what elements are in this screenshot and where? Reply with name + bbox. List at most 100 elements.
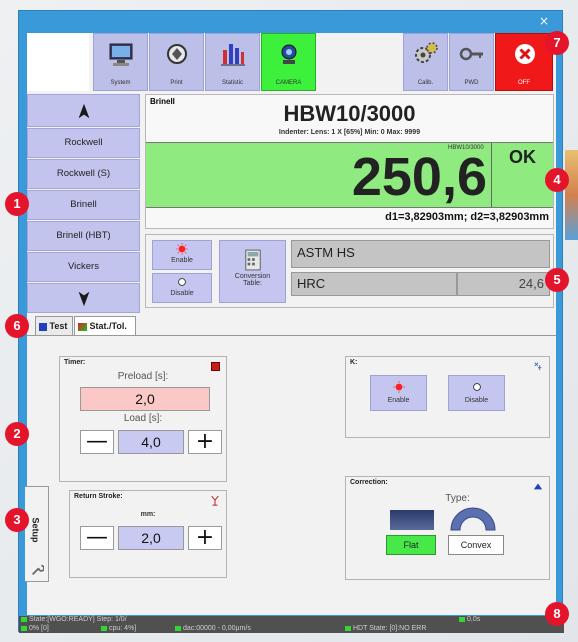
conversion-standard-field[interactable]: ASTM HS: [291, 240, 550, 268]
result-panel: Brinell HBW10/3000 Indenter: Lens: 1 X […: [145, 94, 554, 229]
callout-badge-4: 4: [545, 168, 569, 192]
timer-group: Timer: Preload [s]: 2,0 Load [s]: — 4,0 …: [59, 356, 227, 482]
callout-badge-7: 7: [545, 31, 569, 55]
status-time-text: 0,0s: [467, 616, 481, 623]
flat-shape-icon: [390, 510, 434, 530]
load-field[interactable]: 4,0: [118, 430, 184, 454]
correction-convex-button[interactable]: Convex: [448, 535, 504, 555]
wrench-icon: [32, 564, 44, 575]
timer-indicator-icon: [211, 362, 220, 371]
toolbar-pwd-button[interactable]: PWD: [449, 33, 494, 91]
status-led: [459, 616, 465, 622]
k-group: K: Enable Disable: [345, 356, 550, 438]
calculator-icon: [244, 249, 261, 271]
toolbar-print-button[interactable]: Print: [149, 33, 204, 91]
sidebar-scroll-down-button[interactable]: [27, 283, 140, 313]
load-label: Load [s]:: [123, 413, 163, 424]
camera-icon: [281, 44, 297, 64]
status-dac: dac:00000 - 0,00µm/s: [175, 625, 251, 633]
k-enable-button[interactable]: Enable: [370, 375, 427, 411]
scale-title: HBW10/3000: [283, 101, 416, 126]
k-disable-label: Disable: [464, 397, 489, 404]
return-stroke-decrement-button[interactable]: —: [80, 526, 114, 550]
result-value-bar: HBW10/3000 250,6 OK: [146, 142, 553, 208]
return-stroke-title: Return Stroke:: [74, 493, 123, 500]
tab-stat-tol[interactable]: Stat./Tol.: [74, 316, 136, 336]
conversion-disable-button[interactable]: Disable: [152, 273, 212, 303]
toolbar-label: Statistic: [221, 80, 243, 86]
sidebar-item-vickers[interactable]: Vickers: [27, 252, 140, 282]
tab-test-label: Test: [49, 321, 68, 331]
tab-test[interactable]: Test: [35, 316, 73, 336]
load-increment-button[interactable]: +: [188, 430, 222, 454]
timer-title: Timer:: [64, 359, 86, 366]
conversion-scale-field[interactable]: HRC: [291, 272, 457, 296]
conversion-value-field: 24,6: [457, 272, 550, 296]
sidebar-item-rockwell[interactable]: Rockwell: [27, 128, 140, 158]
toolbar-camera-button[interactable]: CAMERA: [261, 33, 316, 91]
status-bar: State:[WGO:READY] Step: 1/0/ 0% [0] cpu:…: [19, 616, 564, 633]
arrow-up-icon: [78, 103, 89, 119]
status-progress: 0% [0]: [21, 625, 49, 633]
callout-badge-3: 3: [5, 508, 29, 532]
toolbar-label: OFF: [518, 80, 530, 86]
bar-chart-icon: [221, 44, 245, 66]
power-off-icon: [515, 44, 535, 64]
k-disable-button[interactable]: Disable: [448, 375, 505, 411]
disable-label: Disable: [170, 290, 194, 297]
tab-stat-tol-label: Stat./Tol.: [89, 321, 127, 331]
return-stroke-group: Return Stroke: mm: — 2,0 +: [69, 490, 227, 578]
conversion-panel: Enable Disable Conversion Table: ASTM HS…: [145, 234, 554, 308]
status-led: [345, 625, 351, 631]
setup-label: Setup: [30, 517, 41, 543]
status-dac-text: dac:00000 - 0,00µm/s: [183, 625, 251, 632]
sidebar-scroll-up-button[interactable]: [27, 94, 140, 127]
toolbar-label: System: [110, 80, 131, 86]
stat-tab-icon: [78, 322, 87, 331]
convex-shape-icon: [450, 507, 496, 531]
background-stripe: [565, 150, 578, 240]
enable-led-icon: [176, 243, 188, 255]
sidebar-item-brinell-hbt[interactable]: Brinell (HBT): [27, 221, 140, 251]
sidebar-item-brinell[interactable]: Brinell: [27, 190, 140, 220]
window-close-button[interactable]: ×: [530, 12, 558, 30]
status-ok: OK: [509, 147, 536, 167]
test-tab-icon: [39, 322, 47, 331]
return-stroke-increment-button[interactable]: +: [188, 526, 222, 550]
toolbar-label: Print: [170, 80, 183, 86]
k-enable-label: Enable: [387, 397, 410, 404]
conversion-enable-button[interactable]: Enable: [152, 240, 212, 270]
toolbar-calib-button[interactable]: Calib.: [403, 33, 448, 91]
disable-led-icon: [178, 278, 186, 286]
status-led: [21, 625, 27, 631]
setup-side-tab[interactable]: Setup: [25, 486, 49, 582]
status-led: [101, 625, 107, 631]
setup-area: Setup Timer: Preload [s]: 2,0 Load [s]: …: [25, 335, 556, 615]
correction-flat-button[interactable]: Flat: [386, 535, 436, 555]
hardness-value: 250,6: [351, 147, 487, 207]
toolbar-statistic-button[interactable]: Statistic: [205, 33, 260, 91]
status-progress-text: 0% [0]: [29, 625, 49, 632]
app-content: System Print Statistic CAMERA Calib. PWD…: [25, 33, 556, 615]
load-decrement-button[interactable]: —: [80, 430, 114, 454]
correction-group: Correction: Type: Flat Convex: [345, 476, 550, 580]
correction-icon: [533, 483, 543, 490]
enable-label: Enable: [171, 257, 193, 264]
status-led: [175, 625, 181, 631]
correction-title: Correction:: [350, 479, 388, 486]
preload-field[interactable]: 2,0: [80, 387, 210, 411]
app-window: × System Print Statistic CAMERA Calib. P…: [18, 10, 564, 633]
status-led: [21, 616, 27, 622]
callout-badge-2: 2: [5, 422, 29, 446]
toolbar-system-button[interactable]: System: [93, 33, 148, 91]
status-hdt: HDT State: [0]:NO ERR: [345, 625, 426, 633]
conversion-table-button[interactable]: Conversion Table:: [219, 240, 286, 303]
sidebar-item-rockwell-s[interactable]: Rockwell (S): [27, 159, 140, 189]
conversion-table-label-1: Conversion: [234, 273, 271, 280]
callout-badge-1: 1: [5, 192, 29, 216]
indenter-info: Indenter: Lens: 1 X [65%] Min: 0 Max: 99…: [278, 129, 421, 136]
return-stroke-field[interactable]: 2,0: [118, 526, 184, 550]
toolbar-label: PWD: [464, 80, 479, 86]
computer-icon: [109, 43, 133, 66]
status-state-text: State:[WGO:READY] Step: 1/0/: [29, 616, 127, 623]
